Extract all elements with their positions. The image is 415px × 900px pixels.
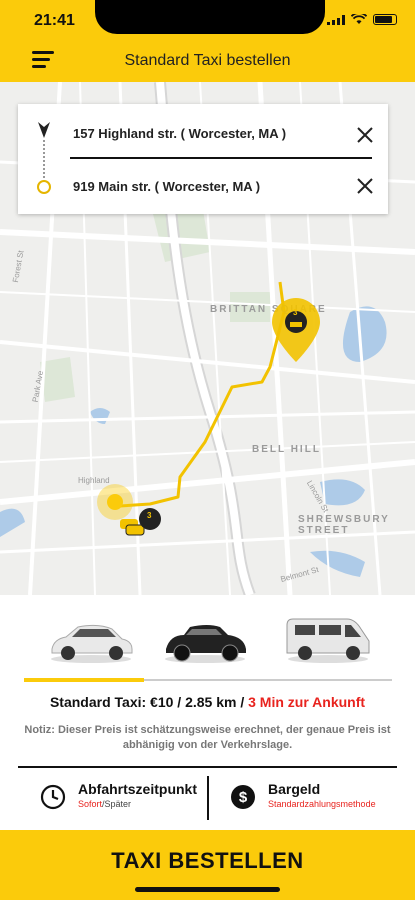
eta-label: 3 Min zur Ankunft (248, 694, 366, 710)
route-dots (43, 140, 47, 178)
fare-summary: Standard Taxi: €10 / 2.85 km / 3 Min zur… (0, 694, 415, 710)
destination-address[interactable]: 919 Main str. ( Worcester, MA ) (73, 179, 260, 194)
selected-vehicle-indicator (24, 678, 144, 682)
divider (18, 766, 397, 768)
payment-option[interactable]: $ Bargeld Standardzahlungsmethode (230, 778, 400, 822)
map-label: SHREWSBURY STREET (298, 514, 390, 536)
taxi-count-badge: 3 (293, 308, 298, 317)
vehicle-van-icon[interactable] (283, 615, 373, 665)
signal-icon (327, 14, 345, 25)
wifi-icon (351, 14, 367, 24)
payment-subtitle: Standardzahlungsmethode (268, 799, 376, 809)
vehicle-premium-car-icon[interactable] (160, 615, 250, 665)
bottom-sheet: Standard Taxi: €10 / 2.85 km / 3 Min zur… (0, 595, 415, 830)
battery-icon (373, 14, 397, 25)
pickup-address[interactable]: 157 Highland str. ( Worcester, MA ) (73, 126, 286, 141)
taxi-count-badge: 3 (147, 511, 152, 520)
clear-destination-close-icon[interactable] (356, 177, 374, 195)
destination-dot-icon (37, 180, 51, 194)
route-card: 157 Highland str. ( Worcester, MA ) 919 … (18, 104, 388, 214)
dollar-icon: $ (231, 785, 255, 809)
divider (70, 157, 372, 159)
status-bar: 21:41 (0, 0, 415, 40)
departure-now: Sofort (78, 799, 103, 809)
departure-time-option[interactable]: Abfahrtszeitpunkt Sofort/Später (40, 778, 205, 822)
navigation-arrow-icon (38, 122, 50, 138)
svg-text:$: $ (239, 789, 248, 806)
phone-screen: 21:41 Standard Taxi bestellen BRITTAN SQ… (0, 0, 415, 900)
clock-icon (40, 784, 66, 810)
home-indicator[interactable] (135, 887, 280, 892)
taxi-cluster-icon[interactable] (116, 507, 164, 541)
map-label: BELL HILL (252, 444, 321, 455)
destination-pin-icon (272, 298, 320, 362)
app-bar: Standard Taxi bestellen (0, 40, 415, 82)
page-title: Standard Taxi bestellen (124, 52, 291, 69)
fare-label: Standard Taxi: €10 / 2.85 km / (49, 694, 249, 710)
vehicle-standard-car-icon[interactable] (46, 615, 136, 665)
clear-pickup-close-icon[interactable] (356, 126, 374, 144)
departure-later: Später (104, 799, 132, 809)
payment-title: Bargeld (268, 781, 321, 797)
departure-title: Abfahrtszeitpunkt (78, 781, 197, 797)
vehicle-divider (144, 679, 392, 681)
price-note: Notiz: Dieser Preis ist schätzungsweise … (24, 724, 391, 751)
status-time: 21:41 (34, 12, 75, 29)
departure-subtitle: Sofort/Später (78, 799, 131, 809)
options-divider (207, 776, 209, 820)
order-taxi-label: TAXI BESTELLEN (111, 848, 304, 873)
system-icons (327, 14, 397, 25)
notch (95, 0, 325, 34)
